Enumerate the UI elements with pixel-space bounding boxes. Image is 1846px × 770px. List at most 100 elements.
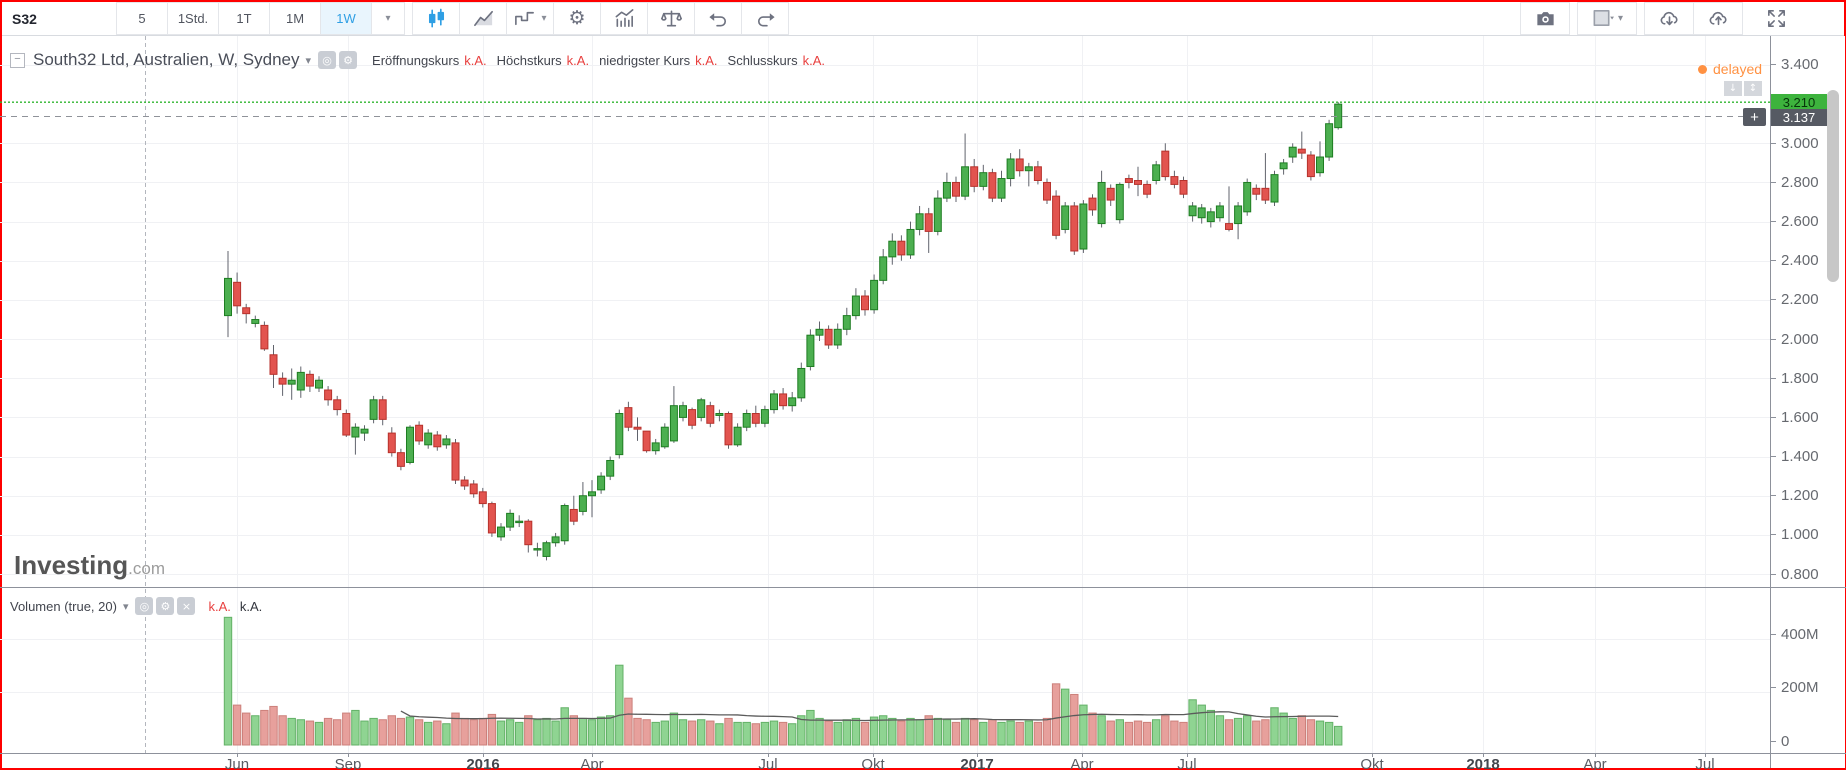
symbol-search[interactable]: S32 bbox=[2, 2, 117, 35]
legend-value: k.A. bbox=[566, 52, 590, 68]
scales-button[interactable] bbox=[647, 2, 695, 35]
delayed-label: delayed bbox=[1713, 61, 1763, 77]
time-axis-border bbox=[0, 753, 1846, 754]
top-toolbar: S32 5 1Std. 1T 1M 1W ▾ ▾ ⚙ ▾ bbox=[2, 2, 1844, 36]
line-chart-icon bbox=[473, 10, 493, 27]
interval-button-1Std.[interactable]: 1Std. bbox=[167, 2, 219, 35]
interval-dropdown-button[interactable]: ▾ bbox=[371, 2, 405, 35]
scales-icon bbox=[660, 10, 682, 27]
price-tick-label: 2.200 bbox=[1771, 291, 1819, 308]
legend-label: Höchstkurs bbox=[496, 52, 562, 68]
legend-label: Schlusskurs bbox=[727, 52, 798, 68]
chevron-down-icon: ▾ bbox=[541, 13, 547, 24]
snapshot-button[interactable] bbox=[1520, 2, 1570, 35]
volume-tick-label: 200M bbox=[1771, 679, 1819, 696]
interval-button-1W[interactable]: 1W bbox=[320, 2, 372, 35]
show-hide-button[interactable]: ◎ bbox=[318, 51, 337, 69]
settings-button[interactable]: ⚙ bbox=[553, 2, 601, 35]
undo-icon bbox=[708, 13, 726, 27]
cloud-download-icon bbox=[1660, 11, 1678, 26]
investing-watermark: Investing.com bbox=[14, 550, 165, 581]
pane-header-buttons: ◎ ⚙ bbox=[318, 51, 360, 69]
time-tick-label: Jul bbox=[758, 756, 778, 770]
pane-settings-button[interactable]: ⚙ bbox=[339, 51, 358, 69]
time-tick-label: 2016 bbox=[466, 756, 500, 770]
pane-divider[interactable] bbox=[0, 587, 1846, 588]
time-tick-label: Apr bbox=[1070, 756, 1094, 770]
chart-tool-buttons: ▾ ⚙ bbox=[412, 2, 789, 35]
auto-scale-button[interactable]: ↕ bbox=[1744, 81, 1762, 96]
volume-tick-label: 400M bbox=[1771, 626, 1819, 643]
interval-button-1M[interactable]: 1M bbox=[269, 2, 321, 35]
legend-value: k.A. bbox=[695, 52, 718, 68]
scroll-to-price-button[interactable]: ↓ bbox=[1724, 81, 1742, 96]
redo-button[interactable] bbox=[741, 2, 789, 35]
time-tick-label: Okt bbox=[861, 756, 885, 770]
ohlc-legend: Eröffnungskurs k.A. Höchstkurs k.A. niedrigs… bbox=[372, 53, 835, 68]
price-scale-buttons: ↓ ↕ bbox=[1722, 81, 1762, 96]
price-tick-label: 1.000 bbox=[1771, 526, 1819, 543]
compare-button[interactable]: ▾ bbox=[506, 2, 554, 35]
chevron-down-icon[interactable]: ▾ bbox=[123, 600, 129, 613]
fullscreen-icon bbox=[1767, 10, 1785, 27]
indicators-icon bbox=[615, 9, 633, 27]
collapse-pane-icon[interactable]: − bbox=[10, 52, 25, 68]
toolbar-right-buttons: ▾ bbox=[1520, 2, 1800, 35]
interval-button-1T[interactable]: 1T bbox=[218, 2, 270, 35]
volume-value-2: k.A. bbox=[239, 598, 263, 614]
remove-indicator-button[interactable]: × bbox=[177, 597, 196, 615]
price-tick-label: 1.800 bbox=[1771, 370, 1819, 387]
price-tick-label: 1.200 bbox=[1771, 487, 1819, 504]
volume-tick-label: 0 bbox=[1771, 733, 1789, 750]
time-tick-label: 2017 bbox=[960, 756, 994, 770]
time-axis[interactable]: Jun Sep 2016 Apr Jul Okt 2017 Apr Jul Okt 2018 Apr J… bbox=[0, 753, 1770, 770]
fullscreen-button[interactable] bbox=[1752, 2, 1800, 35]
layout-icon bbox=[1593, 10, 1614, 27]
price-tick-label: 3.000 bbox=[1771, 135, 1819, 152]
candlestick-style-button[interactable] bbox=[412, 2, 460, 35]
time-tick-label: Sep bbox=[334, 756, 362, 770]
show-hide-button[interactable]: ◎ bbox=[135, 597, 154, 615]
chevron-down-icon: ▾ bbox=[1617, 13, 1624, 24]
vertical-scrollbar[interactable] bbox=[1827, 90, 1839, 282]
interval-button-5[interactable]: 5 bbox=[116, 2, 168, 35]
time-tick-label: Jul bbox=[1177, 756, 1197, 770]
indicator-settings-button[interactable]: ⚙ bbox=[156, 597, 175, 615]
candlestick-icon bbox=[428, 8, 444, 28]
volume-value-1: k.A. bbox=[208, 598, 231, 614]
watermark-main: Investing bbox=[14, 550, 129, 580]
line-style-button[interactable] bbox=[459, 2, 507, 35]
price-tick-label: 2.600 bbox=[1771, 213, 1819, 230]
time-tick-label: Okt bbox=[1360, 756, 1384, 770]
price-tick-label: 2.000 bbox=[1771, 331, 1819, 348]
price-tick-label: 1.400 bbox=[1771, 448, 1819, 465]
price-tick-label: 3.400 bbox=[1771, 56, 1819, 73]
cloud-upload-icon bbox=[1709, 11, 1727, 26]
symbol-title[interactable]: South32 Ltd, Australien, W, Sydney bbox=[33, 50, 300, 70]
legend-label: Eröffnungskurs bbox=[372, 52, 460, 68]
main-pane-header: − South32 Ltd, Australien, W, Sydney ▾ ◎… bbox=[10, 50, 835, 70]
chart-canvas[interactable] bbox=[0, 0, 1770, 753]
gear-icon: ⚙ bbox=[568, 7, 586, 29]
price-tick-label: 2.400 bbox=[1771, 252, 1819, 269]
save-chart-button[interactable] bbox=[1693, 2, 1743, 35]
add-alert-button[interactable]: + bbox=[1743, 108, 1766, 126]
undo-button[interactable] bbox=[694, 2, 742, 35]
redo-icon bbox=[757, 13, 775, 27]
delayed-badge: delayed bbox=[1698, 61, 1762, 77]
time-tick-label: 2018 bbox=[1466, 756, 1500, 770]
watermark-suffix: .com bbox=[128, 559, 165, 578]
chevron-down-icon[interactable]: ▾ bbox=[306, 54, 312, 67]
time-tick-label: Apr bbox=[1583, 756, 1607, 770]
layout-button[interactable]: ▾ bbox=[1577, 2, 1637, 35]
load-chart-button[interactable] bbox=[1644, 2, 1694, 35]
volume-pane-header: Volumen (true, 20) ▾ ◎ ⚙ × k.A. k.A. bbox=[10, 597, 262, 615]
volume-title[interactable]: Volumen (true, 20) bbox=[10, 599, 117, 614]
price-tick-label: 2.800 bbox=[1771, 174, 1819, 191]
time-tick-label: Jun bbox=[224, 756, 250, 770]
camera-icon bbox=[1536, 12, 1554, 26]
price-tick-label: 1.600 bbox=[1771, 409, 1819, 426]
legend-value: k.A. bbox=[802, 52, 826, 68]
indicators-button[interactable] bbox=[600, 2, 648, 35]
time-tick-label: Jul bbox=[1695, 756, 1715, 770]
